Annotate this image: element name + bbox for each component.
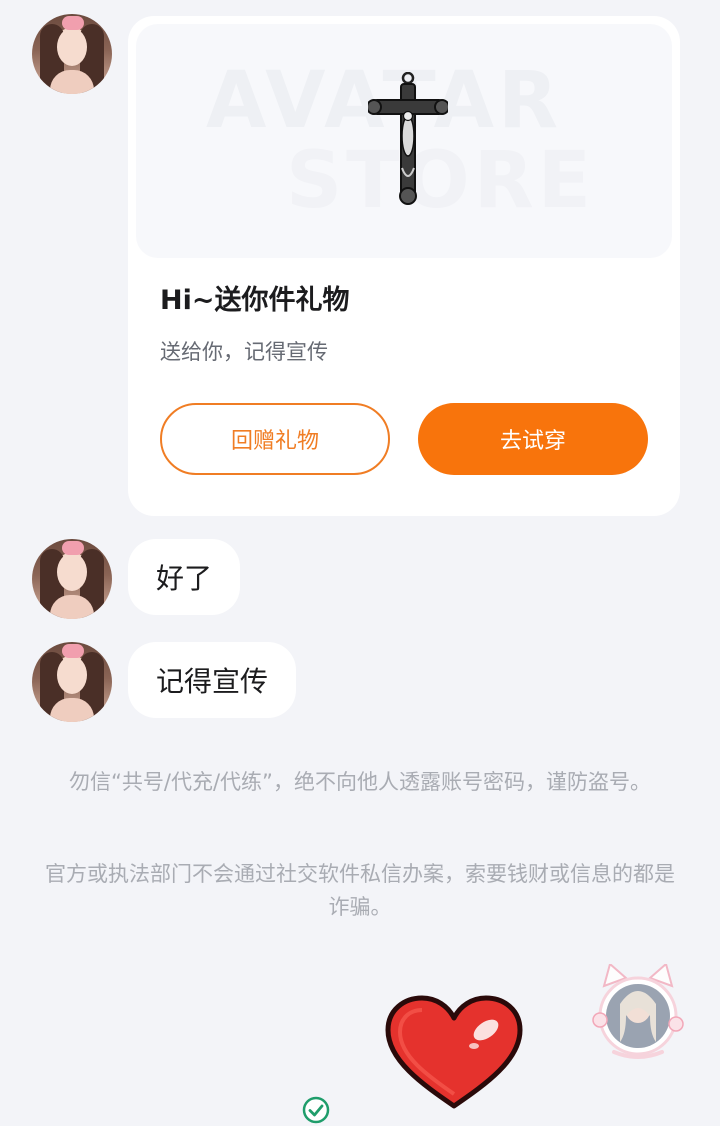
floating-avatar-frame[interactable] (590, 964, 686, 1060)
message-text: 好了 (156, 562, 213, 595)
gift-card-title: Hi~送你件礼物 (160, 285, 350, 316)
gift-card-subtitle: 送给你，记得宣传 (160, 340, 328, 364)
message-bubble[interactable]: 好了 (128, 539, 241, 615)
red-heart-sticker-icon[interactable] (382, 994, 526, 1112)
return-gift-button[interactable]: 回赠礼物 (160, 403, 390, 475)
try-on-button[interactable]: 去试穿 (418, 403, 648, 475)
sender-avatar[interactable] (32, 14, 112, 94)
gift-card: AVATAR STORE Hi~送你件礼物 送给你，记得宣传 回赠礼物 去试穿 (128, 16, 680, 516)
message-bubble[interactable]: 记得宣传 (128, 642, 297, 718)
check-circle-icon (302, 1096, 330, 1124)
sender-avatar[interactable] (32, 539, 112, 619)
gift-banner-image[interactable]: AVATAR STORE (136, 24, 672, 258)
security-notice: 勿信“共号/代充/代练”，绝不向他人透露账号密码，谨防盗号。 (69, 770, 651, 794)
security-notice: 官方或执法部门不会通过社交软件私信办案，索要钱财或信息的都是诈骗。 (45, 862, 675, 919)
sender-avatar[interactable] (32, 642, 112, 722)
cross-pendant-icon (368, 72, 448, 205)
message-text: 记得宣传 (156, 665, 269, 698)
